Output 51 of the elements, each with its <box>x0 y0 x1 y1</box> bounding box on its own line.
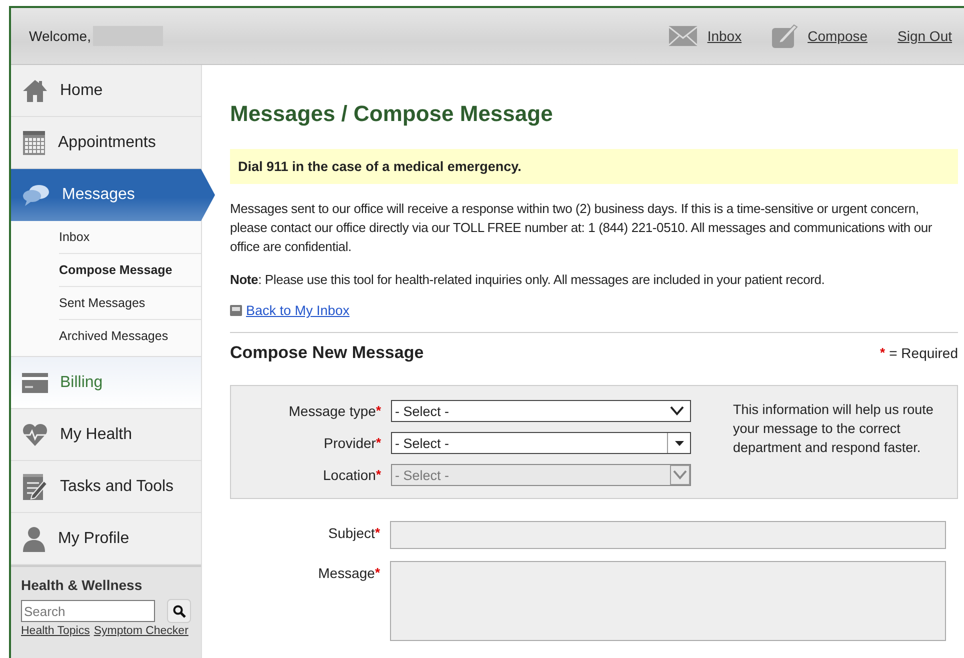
help-text: This information will help us route your message to the correct department and respond faster. <box>733 401 934 457</box>
submenu-item[interactable]: Sent Messages <box>59 287 201 320</box>
field-label: Location* <box>322 467 381 483</box>
field-label: Message type* <box>288 403 381 419</box>
field-label: Provider* <box>322 435 381 451</box>
note-text: Note: Please use this tool for health-related inquiries only. All messages are included in your patient record. <box>230 271 826 289</box>
wellness-link[interactable]: Health Topics <box>21 625 90 637</box>
search-field[interactable]: Search <box>21 600 155 622</box>
page-title: Messages / Compose Message <box>230 101 554 127</box>
chevron-down-icon <box>673 470 687 480</box>
header-link[interactable]: Inbox <box>669 26 742 46</box>
search-button[interactable] <box>167 599 191 623</box>
back-link[interactable]: Back to My Inbox <box>246 303 350 318</box>
required-mark: * <box>376 403 381 418</box>
inbox-tray-icon <box>230 305 242 316</box>
required-mark: * <box>376 435 381 450</box>
credit-card-icon <box>22 372 48 392</box>
search-icon <box>172 604 186 618</box>
field-label: Subject* <box>327 524 380 543</box>
section-title: Compose New Message <box>230 343 424 363</box>
chevron-down-icon <box>670 406 684 416</box>
required-mark: * <box>374 525 380 540</box>
header-link[interactable]: Sign Out <box>898 28 952 44</box>
field-label: Message* <box>317 564 380 583</box>
house-icon <box>22 78 48 104</box>
submenu-item[interactable]: Archived Messages <box>59 320 201 352</box>
header-link[interactable]: Compose <box>772 24 868 48</box>
dropdown-select[interactable]: - Select - <box>391 432 691 454</box>
envelope-icon <box>669 26 698 46</box>
notepad-icon <box>22 472 48 500</box>
submenu-item[interactable]: Inbox <box>59 221 201 254</box>
heart-icon <box>22 422 48 446</box>
welcome-text: Welcome, <box>29 28 91 44</box>
wellness-link[interactable]: Symptom Checker <box>94 625 188 637</box>
nav-item[interactable]: Billing <box>11 357 201 409</box>
pencil-note-icon <box>772 24 798 48</box>
message-field[interactable] <box>390 561 946 641</box>
person-icon <box>22 526 46 552</box>
submenu-item[interactable]: Compose Message <box>59 254 201 287</box>
required-mark: * <box>376 467 381 482</box>
chat-icon <box>22 183 50 207</box>
calendar-icon <box>22 130 46 156</box>
emergency-alert: Dial 911 in the case of a medical emergency. <box>230 149 958 184</box>
required-legend: * = Required <box>880 345 958 361</box>
dropdown-select[interactable]: - Select - <box>391 400 691 422</box>
nav-item[interactable]: Messages <box>11 169 215 221</box>
panel-title: Health & Wellness <box>21 577 144 593</box>
intro-text: Messages sent to our office will receive a response within two (2) business days. If this is a time-sensitive or urgent concern, please contact our office directly via our TOLL FREE number at: 1 (844) 221-0510. All messages and communications with our office are confidential. <box>230 200 934 256</box>
subject-field[interactable] <box>390 521 946 549</box>
required-mark: * <box>374 565 380 580</box>
caret-icon <box>674 440 684 446</box>
